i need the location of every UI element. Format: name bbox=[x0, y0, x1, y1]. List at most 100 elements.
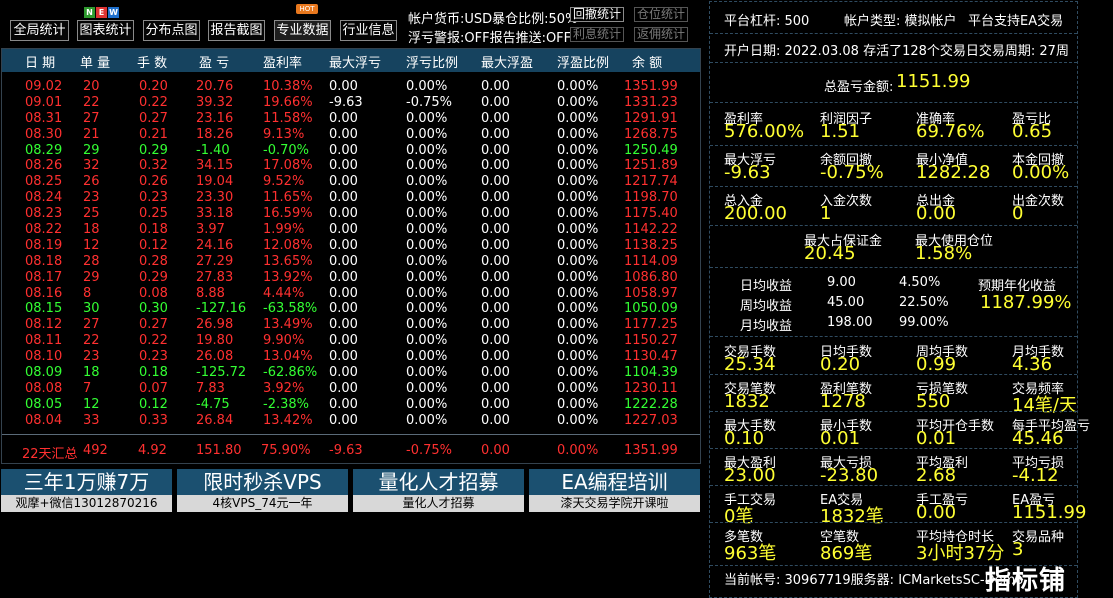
table-row[interactable]: 08.04 33 0.33 26.84 13.42% 0.00 0.00% 0.00 0.00%… bbox=[2, 413, 700, 429]
floating-alert-info: 浮亏警报:OFF报告推送:OFF bbox=[408, 31, 572, 46]
grid-divider bbox=[710, 448, 1077, 449]
table-row[interactable]: 08.15 30 0.30 -127.16 -63.58% 0.00 0.00% 0.00 0.… bbox=[2, 301, 700, 317]
weekly-return-pct: 22.50% bbox=[899, 295, 949, 310]
table-row[interactable]: 08.19 12 0.12 24.16 12.08% 0.00 0.00% 0.00 0.00%… bbox=[2, 238, 700, 254]
max-position-value: 1.58% bbox=[915, 243, 973, 264]
cell-float-loss-ratio: 0.00% bbox=[406, 79, 448, 94]
table-row[interactable]: 08.30 21 0.21 18.26 9.13% 0.00 0.00% 0.00 0.00% 1… bbox=[2, 127, 700, 143]
cell-balance: 1217.74 bbox=[624, 174, 678, 190]
stats2-value: 963笔 bbox=[724, 543, 777, 564]
cell-float-loss-ratio: 0.00% bbox=[406, 237, 448, 253]
cell-max-float-profit: 0.00 bbox=[481, 333, 510, 349]
cell-profit-rate: -62.86% bbox=[263, 365, 318, 381]
cell-lots: 0.33 bbox=[139, 412, 168, 428]
cell-max-float-profit: 0.00 bbox=[481, 94, 510, 110]
cell-profit-rate: 13.49% bbox=[263, 317, 313, 333]
interest-stats-button[interactable]: 利息统计 bbox=[570, 27, 625, 42]
cell-orders: 22 bbox=[83, 333, 100, 349]
stats2-value: 0.00 bbox=[916, 502, 957, 523]
table-row[interactable]: 08.23 25 0.25 33.18 16.59% 0.00 0.00% 0.00 0.00%… bbox=[2, 206, 700, 222]
chart-stats-button[interactable]: 图表统计 bbox=[77, 20, 134, 41]
col-header-lots[interactable]: 手 数 bbox=[137, 52, 167, 71]
table-row[interactable]: 08.22 18 0.18 3.97 1.99% 0.00 0.00% 0.00 0.00% 11… bbox=[2, 222, 700, 238]
col-header-float-profit-ratio[interactable]: 浮盈比例 bbox=[557, 52, 609, 71]
cell-max-float-loss: 0.00 bbox=[329, 79, 358, 94]
cell-orders: 27 bbox=[83, 110, 100, 126]
banner-recruit[interactable]: 量化人才招募 量化人才招募 bbox=[353, 469, 524, 512]
banner-ea-training[interactable]: EA编程培训 漆天交易学院开课啦 bbox=[529, 469, 700, 512]
distribution-chart-button[interactable]: 分布点图 bbox=[143, 20, 200, 41]
pro-data-button[interactable]: 专业数据 bbox=[274, 20, 331, 41]
cell-orders: 8 bbox=[83, 285, 92, 301]
cell-pnl: -1.40 bbox=[196, 142, 230, 158]
table-row[interactable]: 08.05 12 0.12 -4.75 -2.38% 0.00 0.00% 0.00 0.00%… bbox=[2, 397, 700, 413]
stats1-value: 69.76% bbox=[916, 121, 985, 142]
report-screenshot-button[interactable]: 报告截图 bbox=[208, 20, 265, 41]
industry-info-button[interactable]: 行业信息 bbox=[340, 20, 397, 41]
account-server-info: 当前帐号: 30967719服务器: ICMarketsSC-Demo bbox=[724, 573, 1024, 588]
account-currency-info: 帐户货币:USD暴仓比例:50% bbox=[408, 12, 578, 27]
table-row[interactable]: 09.01 22 0.22 39.32 19.66% -9.63 -0.75% 0.00 0.0… bbox=[2, 95, 700, 111]
cell-orders: 22 bbox=[83, 94, 100, 110]
table-row[interactable]: 08.29 29 0.29 -1.40 -0.70% 0.00 0.00% 0.00 0.00%… bbox=[2, 143, 700, 159]
table-row[interactable]: 08.10 23 0.23 26.08 13.04% 0.00 0.00% 0.00 0.00%… bbox=[2, 349, 700, 365]
cell-profit-rate: 17.08% bbox=[263, 158, 313, 174]
table-row[interactable]: 08.12 27 0.27 26.98 13.49% 0.00 0.00% 0.00 0.00%… bbox=[2, 317, 700, 333]
cell-orders: 18 bbox=[83, 222, 100, 238]
cell-date: 08.15 bbox=[25, 301, 63, 317]
cell-pnl: 33.18 bbox=[196, 206, 234, 222]
cell-profit-rate: 12.08% bbox=[263, 237, 313, 253]
cell-pnl: 8.88 bbox=[196, 285, 225, 301]
table-row[interactable]: 08.16 8 0.08 8.88 4.44% 0.00 0.00% 0.00 0.00% 105… bbox=[2, 286, 700, 302]
watermark-text: 指标铺 bbox=[985, 566, 1067, 596]
cell-max-float-profit: 0.00 bbox=[481, 158, 510, 174]
cell-profit-rate: 1.99% bbox=[263, 222, 305, 238]
cell-date: 08.22 bbox=[25, 222, 63, 238]
table-row[interactable]: 08.25 26 0.26 19.04 9.52% 0.00 0.00% 0.00 0.00% 1… bbox=[2, 174, 700, 190]
table-row[interactable]: 09.02 20 0.20 20.76 10.38% 0.00 0.00% 0.00 0.00%… bbox=[2, 79, 700, 95]
cell-max-float-profit: 0.00 bbox=[481, 253, 510, 269]
cell-pnl: -4.75 bbox=[196, 396, 230, 412]
summary-pnl: 151.80 bbox=[196, 443, 242, 458]
cell-pnl: 19.80 bbox=[196, 333, 234, 349]
rebate-stats-button[interactable]: 返佣统计 bbox=[634, 27, 689, 42]
cell-profit-rate: 9.13% bbox=[263, 126, 305, 142]
col-header-float-loss-ratio[interactable]: 浮亏比例 bbox=[406, 52, 458, 71]
banner-vps[interactable]: 限时秒杀VPS 4核VPS_74元一年 bbox=[177, 469, 348, 512]
hot-badge: HOT bbox=[296, 4, 318, 14]
table-row[interactable]: 08.08 7 0.07 7.83 3.92% 0.00 0.00% 0.00 0.00% 123… bbox=[2, 381, 700, 397]
table-row[interactable]: 08.17 29 0.29 27.83 13.92% 0.00 0.00% 0.00 0.00%… bbox=[2, 270, 700, 286]
summary-label: 22天汇总 bbox=[22, 447, 78, 462]
cell-orders: 7 bbox=[83, 380, 92, 396]
table-row[interactable]: 08.11 22 0.22 19.80 9.90% 0.00 0.00% 0.00 0.00% 1… bbox=[2, 333, 700, 349]
cell-pnl: 39.32 bbox=[196, 94, 234, 110]
col-header-date[interactable]: 日 期 bbox=[25, 52, 55, 71]
col-header-pnl[interactable]: 盈 亏 bbox=[199, 52, 229, 71]
table-row[interactable]: 08.09 18 0.18 -125.72 -62.86% 0.00 0.00% 0.00 0.… bbox=[2, 365, 700, 381]
margin-section: 最大占保证金 20.45 最大使用仓位 1.58% bbox=[710, 226, 1077, 268]
col-header-profit-rate[interactable]: 盈利率 bbox=[263, 52, 302, 71]
cell-date: 08.18 bbox=[25, 253, 63, 269]
drawdown-stats-button[interactable]: 回撤统计 bbox=[570, 7, 625, 22]
cell-pnl: 26.84 bbox=[196, 412, 234, 428]
table-row[interactable]: 08.18 28 0.28 27.29 13.65% 0.00 0.00% 0.00 0.00%… bbox=[2, 254, 700, 270]
table-body: 09.02 20 0.20 20.76 10.38% 0.00 0.00% 0.00 0.00%… bbox=[2, 79, 700, 429]
cell-float-profit-ratio: 0.00% bbox=[557, 269, 599, 285]
cell-max-float-loss: 0.00 bbox=[329, 396, 358, 412]
cell-orders: 20 bbox=[83, 79, 100, 94]
stats1-value: 1.51 bbox=[820, 121, 861, 142]
position-stats-button[interactable]: 仓位统计 bbox=[634, 7, 689, 22]
col-header-orders[interactable]: 单 量 bbox=[80, 52, 110, 71]
cell-float-loss-ratio: 0.00% bbox=[406, 333, 448, 349]
table-row[interactable]: 08.31 27 0.27 23.16 11.58% 0.00 0.00% 0.00 0.00%… bbox=[2, 111, 700, 127]
table-row[interactable]: 08.24 23 0.23 23.30 11.65% 0.00 0.00% 0.00 0.00%… bbox=[2, 190, 700, 206]
cell-pnl: 26.98 bbox=[196, 317, 234, 333]
table-row[interactable]: 08.26 32 0.32 34.15 17.08% 0.00 0.00% 0.00 0.00%… bbox=[2, 158, 700, 174]
stats2-value: 2.68 bbox=[916, 465, 957, 486]
col-header-max-float-loss[interactable]: 最大浮亏 bbox=[329, 52, 381, 71]
col-header-max-float-profit[interactable]: 最大浮盈 bbox=[481, 52, 533, 71]
global-stats-button[interactable]: 全局统计 bbox=[10, 20, 69, 41]
col-header-balance[interactable]: 余 额 bbox=[632, 52, 662, 71]
banner-earnings[interactable]: 三年1万赚7万 观摩+微信13012870216 bbox=[1, 469, 172, 512]
weekly-return-label: 周均收益 bbox=[740, 299, 793, 314]
